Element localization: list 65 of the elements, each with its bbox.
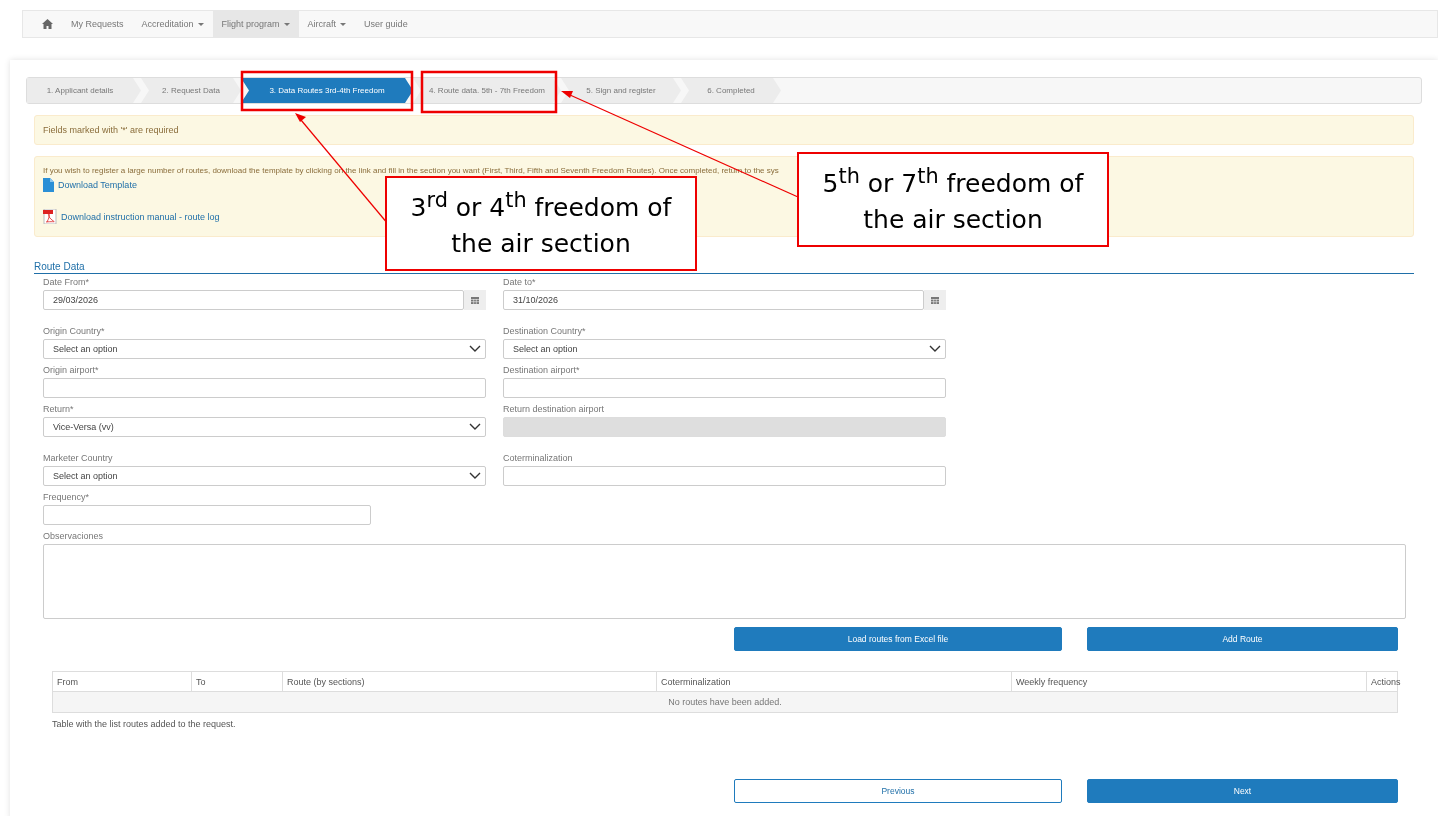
wizard-step[interactable]: 4. Route data. 5th - 7th Freedom: [413, 78, 561, 103]
wizard-step[interactable]: 5. Sign and register: [561, 78, 681, 103]
pdf-file-icon: [43, 209, 57, 224]
wizard-step[interactable]: 3. Data Routes 3rd-4th Freedom: [241, 78, 413, 103]
column-header: Actions: [1366, 672, 1405, 691]
column-header: From: [56, 675, 79, 689]
action-button[interactable]: Add Route: [1087, 627, 1398, 651]
field-label: Destination Country*: [503, 326, 587, 336]
calendar-button[interactable]: [464, 290, 486, 310]
empty-table-message: No routes have been added.: [53, 692, 1397, 712]
wizard-step[interactable]: 1. Applicant details: [27, 78, 141, 103]
text-field[interactable]: [43, 505, 371, 525]
download-link[interactable]: Download instruction manual - route log: [43, 209, 220, 224]
nav-item[interactable]: User guide: [355, 11, 417, 37]
download-link[interactable]: Download Template: [43, 178, 137, 192]
wizard-step[interactable]: 6. Completed: [681, 78, 781, 103]
select-field[interactable]: Select an option: [503, 339, 946, 359]
caret-icon: [283, 22, 290, 26]
column-header: Coterminalization: [656, 672, 1011, 691]
chevron-down-icon: [929, 345, 941, 353]
home-icon[interactable]: [42, 19, 53, 29]
text-field[interactable]: [503, 378, 946, 398]
column-header: Weekly frequency: [1011, 672, 1366, 691]
chevron-down-icon: [469, 472, 481, 480]
table-caption: Table with the list routes added to the request.: [52, 719, 236, 729]
document-icon: [43, 178, 54, 192]
select-field[interactable]: Vice-Versa (vv): [43, 417, 486, 437]
nav-item[interactable]: Flight program: [212, 11, 299, 37]
field-label: Origin Country*: [43, 326, 106, 336]
field-label: Observaciones: [43, 531, 105, 541]
action-button[interactable]: Load routes from Excel file: [734, 627, 1062, 651]
chevron-down-icon: [469, 345, 481, 353]
caret-icon: [197, 22, 204, 26]
nav-item[interactable]: Accreditation: [132, 11, 213, 37]
callout-text: 3$^{rd}$ or 4$^{th}$ freedom of the air section: [409, 186, 673, 261]
callout-text: 5$^{th}$ or 7$^{th}$ freedom of the air section: [821, 162, 1085, 237]
field-label: Frequency*: [43, 492, 91, 502]
field-label: Marketer Country: [43, 453, 114, 463]
calendar-icon[interactable]: [471, 296, 479, 304]
field-label: Origin airport*: [43, 365, 100, 375]
nav-button[interactable]: Next: [1087, 779, 1398, 803]
field-label: Date to*: [503, 277, 537, 287]
wizard-step[interactable]: 2. Request Data: [141, 78, 241, 103]
field-label: Coterminalization: [503, 453, 574, 463]
text-field[interactable]: [43, 378, 486, 398]
field-label: Return*: [43, 404, 75, 414]
date-field[interactable]: 29/03/2026: [43, 290, 464, 310]
nav-item[interactable]: My Requests: [62, 11, 133, 37]
nav-button[interactable]: Previous: [734, 779, 1062, 803]
caret-icon: [340, 22, 347, 26]
field-label: Date From*: [43, 277, 90, 287]
column-header: Route (by sections): [282, 672, 656, 691]
field-label: Destination airport*: [503, 365, 581, 375]
calendar-button[interactable]: [924, 290, 946, 310]
calendar-icon[interactable]: [931, 296, 939, 304]
chevron-down-icon: [469, 423, 481, 431]
textarea-field[interactable]: [43, 544, 1406, 619]
required-notice: Fields marked with '*' are required: [34, 115, 1414, 145]
date-field[interactable]: 31/10/2026: [503, 290, 924, 310]
text-field[interactable]: [503, 466, 946, 486]
select-field[interactable]: Select an option: [43, 466, 486, 486]
nav-item[interactable]: Aircraft: [298, 11, 356, 37]
column-header: To: [191, 672, 282, 691]
select-field[interactable]: Select an option: [43, 339, 486, 359]
field-label: Return destination airport: [503, 404, 606, 414]
